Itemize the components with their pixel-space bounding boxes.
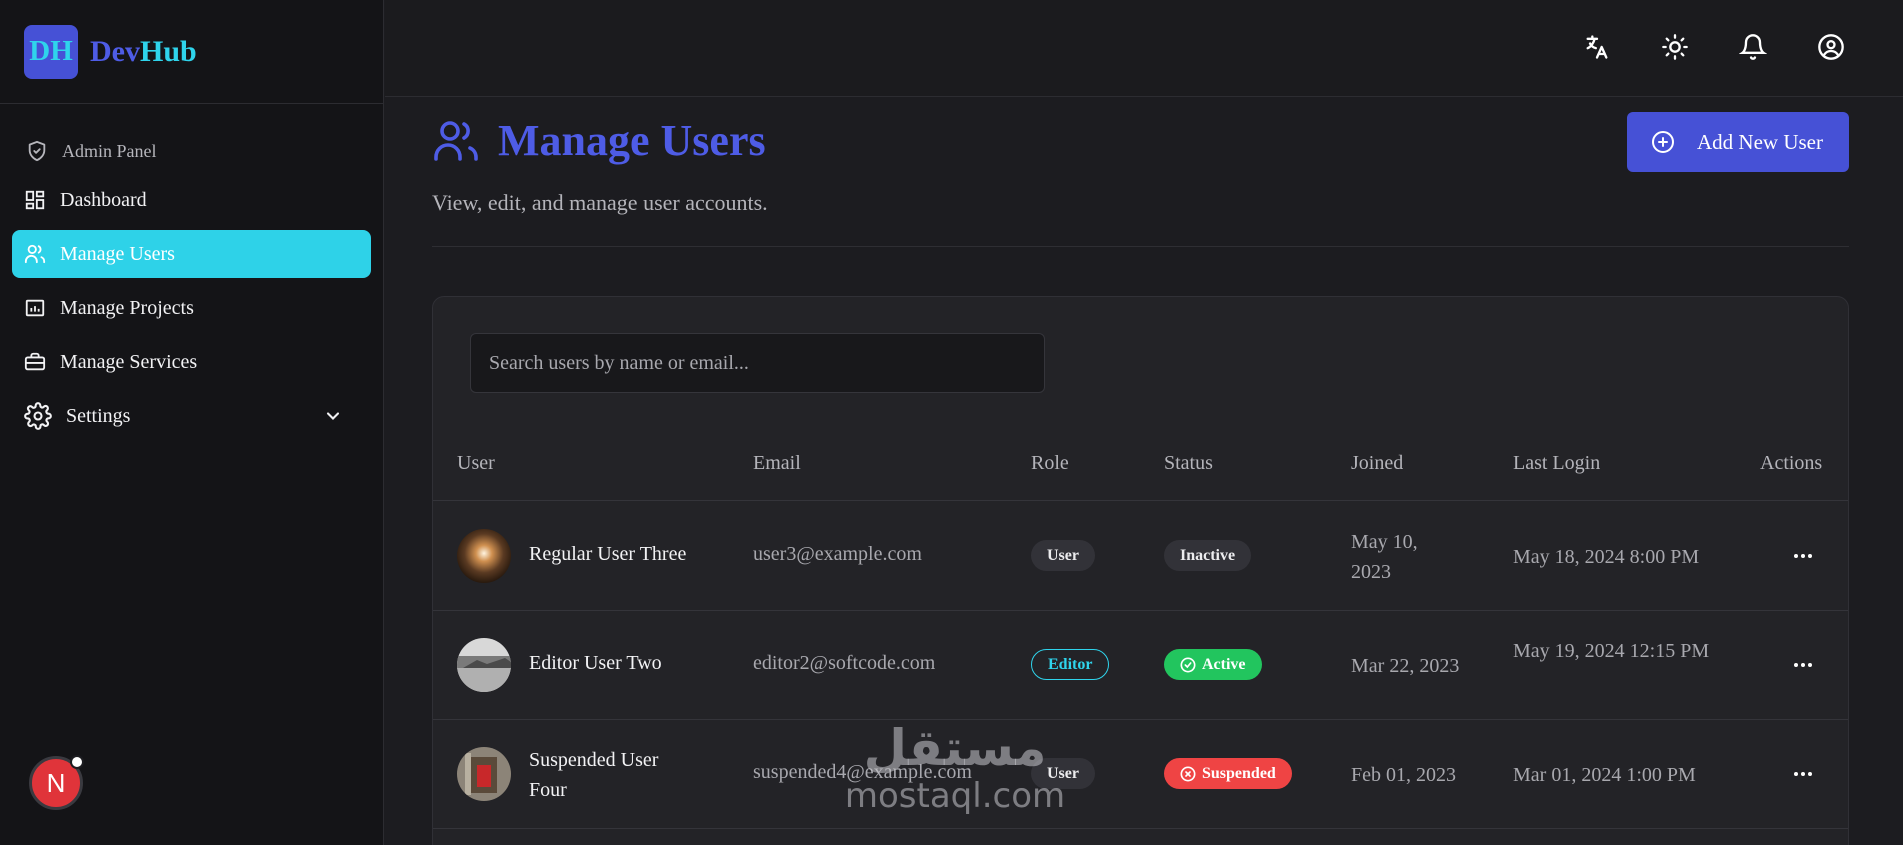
sidebar: DH DevHub Admin Panel Dashboard Manage U… xyxy=(0,0,384,845)
topbar xyxy=(385,0,1903,97)
table-row[interactable]: Regular User Three user3@example.com Use… xyxy=(433,502,1848,611)
status-label: Active xyxy=(1202,655,1246,673)
role-badge: User xyxy=(1031,540,1095,571)
sidebar-item-label: Dashboard xyxy=(60,188,147,211)
users-icon xyxy=(434,120,478,161)
sidebar-nav: Dashboard Manage Users Manage Projects M… xyxy=(12,176,371,446)
sidebar-item-label: Manage Users xyxy=(60,242,175,265)
last-login: May 19, 2024 12:15 PM xyxy=(1513,640,1710,662)
avatar xyxy=(457,638,511,692)
x-circle-icon xyxy=(1180,766,1196,781)
sun-icon[interactable] xyxy=(1661,33,1689,61)
briefcase-icon xyxy=(24,352,46,371)
brand[interactable]: DH DevHub xyxy=(0,0,383,104)
search-input[interactable] xyxy=(470,333,1045,393)
sidebar-item-settings[interactable]: Settings xyxy=(12,392,371,440)
status-badge: Inactive xyxy=(1164,540,1252,571)
header-divider xyxy=(432,246,1849,247)
avatar xyxy=(457,747,511,801)
user-email: editor2@softcode.com xyxy=(753,652,936,674)
sidebar-item-label: Manage Projects xyxy=(60,296,194,319)
user-email: user3@example.com xyxy=(753,543,922,565)
user-name[interactable]: Regular User Three xyxy=(529,543,686,566)
more-actions-icon[interactable] xyxy=(1791,762,1815,786)
col-header-joined: Joined xyxy=(1351,452,1404,474)
page-subtitle: View, edit, and manage user accounts. xyxy=(432,190,768,215)
shield-check-icon xyxy=(28,140,46,162)
chevron-down-icon[interactable] xyxy=(323,406,343,426)
col-header-role: Role xyxy=(1031,452,1069,474)
col-header-status: Status xyxy=(1164,452,1213,474)
user-circle-icon[interactable] xyxy=(1817,33,1845,61)
avatar xyxy=(457,529,511,583)
add-new-user-button[interactable]: Add New User xyxy=(1627,112,1849,172)
table-row[interactable]: Suspended User Four suspended4@example.c… xyxy=(433,720,1848,829)
sidebar-item-dashboard[interactable]: Dashboard xyxy=(12,176,371,224)
brand-logo: DH xyxy=(24,24,78,79)
role-badge: Editor xyxy=(1031,649,1110,680)
user-name[interactable]: Editor User Two xyxy=(529,652,662,675)
table-header: User Email Role Status Joined Last Login… xyxy=(433,439,1848,501)
brand-name-hub: Hub xyxy=(139,34,197,68)
watermark-latin: mostaql.com xyxy=(844,776,1066,816)
translate-icon[interactable] xyxy=(1583,33,1611,61)
plus-circle-icon xyxy=(1652,131,1674,153)
more-actions-icon[interactable] xyxy=(1791,653,1815,677)
notification-dot xyxy=(70,755,84,769)
watermark-arabic: مستقل xyxy=(863,719,1047,777)
bell-icon[interactable] xyxy=(1739,33,1767,61)
col-header-actions: Actions xyxy=(1760,452,1823,474)
watermark: مستقل mostaql.com xyxy=(840,720,1070,830)
gear-icon xyxy=(24,402,52,430)
fab-letter: N xyxy=(46,767,66,798)
status-badge: Active xyxy=(1164,649,1262,680)
check-circle-icon xyxy=(1180,657,1196,672)
page-title: Manage Users xyxy=(432,115,766,166)
notification-avatar-button[interactable]: N xyxy=(29,755,84,810)
users-card: User Email Role Status Joined Last Login… xyxy=(432,296,1849,845)
sidebar-item-manage-users[interactable]: Manage Users xyxy=(12,230,371,278)
table-row[interactable]: Editor User Two editor2@softcode.com Edi… xyxy=(433,611,1848,720)
admin-panel-label: Admin Panel xyxy=(26,140,157,162)
users-icon xyxy=(24,244,46,264)
col-header-last-login: Last Login xyxy=(1513,452,1601,474)
admin-panel-text: Admin Panel xyxy=(62,140,157,161)
projects-icon xyxy=(25,299,45,317)
status-label: Suspended xyxy=(1202,764,1276,782)
brand-name-dev: Dev xyxy=(90,34,140,68)
sidebar-item-label: Manage Services xyxy=(60,350,198,373)
col-header-user: User xyxy=(457,452,495,474)
sidebar-item-label: Settings xyxy=(66,404,131,427)
brand-name: DevHub xyxy=(90,35,197,69)
joined-date: May 10, 2023 xyxy=(1351,531,1418,583)
page-title-text: Manage Users xyxy=(498,116,766,165)
last-login: Mar 01, 2024 1:00 PM xyxy=(1513,764,1696,786)
sidebar-item-manage-services[interactable]: Manage Services xyxy=(12,338,371,386)
status-badge: Suspended xyxy=(1164,758,1292,789)
user-name[interactable]: Suspended User Four xyxy=(529,745,689,805)
dashboard-icon xyxy=(25,190,45,210)
joined-date: Mar 22, 2023 xyxy=(1351,655,1460,677)
add-button-label: Add New User xyxy=(1697,129,1823,154)
col-header-email: Email xyxy=(753,452,801,474)
joined-date: Feb 01, 2023 xyxy=(1351,764,1456,786)
last-login: May 18, 2024 8:00 PM xyxy=(1513,546,1700,568)
sidebar-item-manage-projects[interactable]: Manage Projects xyxy=(12,284,371,332)
more-actions-icon[interactable] xyxy=(1791,544,1815,568)
